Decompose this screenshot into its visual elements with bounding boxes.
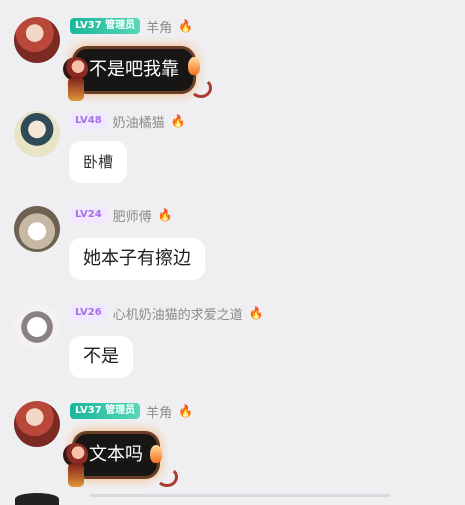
message-header: LV37 管理员 羊角 🔥 bbox=[70, 402, 194, 421]
level-badge: LV48 bbox=[70, 113, 107, 129]
tail-icon bbox=[156, 467, 178, 487]
admin-level-badge: LV37 管理员 bbox=[70, 403, 141, 419]
message-header: LV26 心机奶油猫的求爱之道 🔥 bbox=[70, 304, 264, 323]
fire-icon: 🔥 bbox=[178, 404, 194, 418]
fire-icon: 🔥 bbox=[170, 114, 186, 128]
message-bubble[interactable]: 她本子有擦边 bbox=[69, 238, 205, 280]
bubble-mascot-icon bbox=[63, 443, 90, 487]
message-text: 卧槽 bbox=[83, 153, 114, 171]
next-message-partial bbox=[90, 494, 390, 497]
user-avatar[interactable] bbox=[14, 304, 60, 350]
user-avatar[interactable] bbox=[14, 206, 60, 252]
message-bubble[interactable]: 不是吧我靠 bbox=[75, 49, 193, 91]
user-avatar[interactable] bbox=[14, 401, 60, 447]
next-avatar-partial bbox=[15, 493, 59, 505]
tail-icon bbox=[190, 78, 212, 98]
bubble-mascot-icon bbox=[63, 57, 90, 101]
fire-icon: 🔥 bbox=[248, 306, 264, 320]
message-header: LV37 管理员 羊角 🔥 bbox=[70, 17, 194, 36]
flame-icon bbox=[188, 57, 200, 75]
message-text: 文本吗 bbox=[89, 444, 143, 465]
message-header: LV24 肥师傅 🔥 bbox=[70, 206, 173, 225]
message-header: LV48 奶油橘猫 🔥 bbox=[70, 112, 186, 131]
username[interactable]: 羊角 bbox=[146, 402, 172, 421]
message-bubble[interactable]: 卧槽 bbox=[69, 141, 128, 183]
user-avatar[interactable] bbox=[14, 111, 60, 157]
message-text: 不是吧我靠 bbox=[89, 59, 179, 80]
user-avatar[interactable] bbox=[14, 17, 60, 63]
username[interactable]: 奶油橘猫 bbox=[113, 112, 165, 131]
flame-icon bbox=[150, 445, 162, 463]
level-badge: LV26 bbox=[70, 305, 107, 321]
username[interactable]: 心机奶油猫的求爱之道 bbox=[113, 304, 243, 323]
admin-level-badge: LV37 管理员 bbox=[70, 18, 141, 34]
fire-icon: 🔥 bbox=[178, 19, 194, 33]
message-text: 她本子有擦边 bbox=[83, 248, 191, 269]
message-bubble[interactable]: 不是 bbox=[69, 336, 133, 378]
username[interactable]: 羊角 bbox=[146, 17, 172, 36]
username[interactable]: 肥师傅 bbox=[113, 206, 152, 225]
level-badge: LV24 bbox=[70, 207, 107, 223]
message-text: 不是 bbox=[83, 346, 119, 367]
fire-icon: 🔥 bbox=[157, 208, 173, 222]
